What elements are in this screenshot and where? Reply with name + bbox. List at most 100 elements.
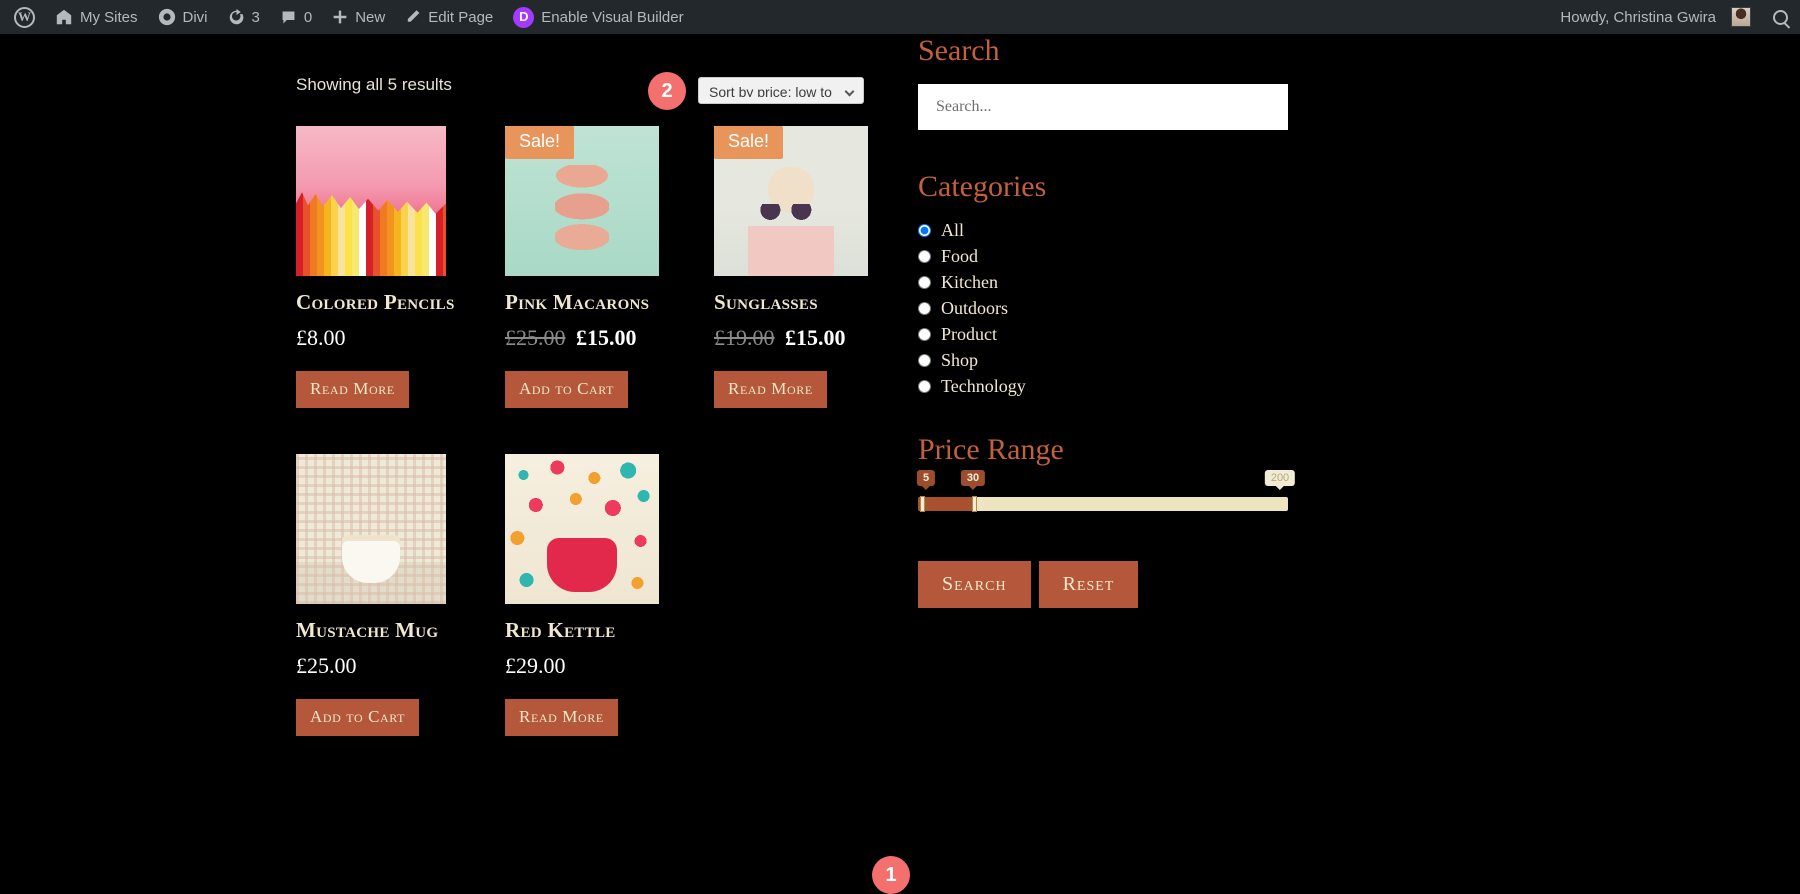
product-title: Mustache Mug: [296, 618, 439, 642]
product-price-current: £25.00: [296, 653, 357, 678]
category-item-shop[interactable]: Shop: [918, 350, 1318, 371]
category-label: Outdoors: [941, 298, 1008, 318]
price-range-slider[interactable]: 5 30 200: [916, 470, 1296, 512]
search-input[interactable]: [918, 84, 1288, 130]
sort-by-dropdown[interactable]: Sort by price: low to high: [698, 77, 864, 104]
product-price: £19.00 £15.00: [714, 325, 896, 351]
category-item-all[interactable]: All: [918, 220, 1318, 241]
category-label: Shop: [941, 350, 979, 370]
sale-badge: Sale!: [505, 126, 575, 159]
wordpress-logo-button[interactable]: [4, 0, 45, 34]
category-label: All: [941, 220, 965, 240]
product-action-button[interactable]: Read More: [714, 371, 827, 408]
comments-icon: [280, 9, 297, 26]
enable-visual-builder-button[interactable]: D Enable Visual Builder: [503, 0, 693, 34]
product-action-button[interactable]: Add to Cart: [296, 699, 420, 736]
product-title: Sunglasses: [714, 290, 818, 314]
categories-widget: Categories All Food Kitchen Outdoors Pro…: [918, 170, 1318, 397]
category-radio-kitchen[interactable]: [918, 276, 931, 289]
price-range-widget-title: Price Range: [918, 433, 1064, 466]
category-item-kitchen[interactable]: Kitchen: [918, 272, 1318, 293]
price-slider-handle-min[interactable]: [920, 496, 925, 512]
sunglasses-image[interactable]: Sale!: [714, 126, 868, 276]
categories-widget-title: Categories: [918, 170, 1047, 203]
product-price-current: £29.00: [505, 653, 566, 678]
category-label: Product: [941, 324, 997, 344]
category-item-outdoors[interactable]: Outdoors: [918, 298, 1318, 319]
divi-d-badge-icon: D: [513, 6, 535, 28]
search-icon[interactable]: [1773, 9, 1788, 25]
colored-pencils-image[interactable]: [296, 126, 446, 276]
mustache-mug-image[interactable]: [296, 454, 446, 604]
price-slider-handle-max[interactable]: [972, 496, 977, 512]
product-card[interactable]: Red Kettle £29.00 Read More: [505, 454, 687, 736]
product-card[interactable]: Mustache Mug £25.00 Add to Cart: [296, 454, 478, 736]
category-item-technology[interactable]: Technology: [918, 376, 1318, 397]
price-current-tooltip: 30: [960, 470, 986, 486]
product-action-button[interactable]: Read More: [505, 699, 618, 736]
product-price-current: £15.00: [785, 325, 846, 350]
admin-bar-right-group: Howdy, Christina Gwira: [1550, 0, 1800, 34]
pink-macarons-image[interactable]: Sale!: [505, 126, 659, 276]
wordpress-logo-icon: [14, 6, 35, 28]
comments-menu[interactable]: 0: [270, 0, 322, 34]
step-badge-2: 2: [648, 72, 686, 110]
sale-badge: Sale!: [714, 126, 784, 159]
product-action-button[interactable]: Add to Cart: [505, 371, 629, 408]
new-content-menu[interactable]: New: [322, 0, 395, 34]
avatar: [1731, 7, 1751, 27]
my-sites-label: My Sites: [80, 8, 138, 26]
category-item-product[interactable]: Product: [918, 324, 1318, 345]
price-min-tooltip: 5: [916, 470, 936, 486]
shop-sidebar: Search Categories All Food Kitchen: [872, 34, 1318, 894]
price-slider-fill: [918, 497, 975, 511]
product-card[interactable]: Sale! Pink Macarons £25.00 £15.00 Add to…: [505, 126, 687, 408]
product-action-button[interactable]: Read More: [296, 371, 409, 408]
category-radio-outdoors[interactable]: [918, 302, 931, 315]
category-radio-all[interactable]: [918, 224, 931, 237]
sites-icon: [55, 8, 73, 26]
product-title: Red Kettle: [505, 618, 616, 642]
category-item-food[interactable]: Food: [918, 246, 1318, 267]
category-label: Kitchen: [941, 272, 998, 292]
price-filter-buttons: Search Reset: [918, 561, 1318, 608]
category-label: Food: [941, 246, 979, 266]
updates-menu[interactable]: 3: [218, 0, 270, 34]
edit-page-button[interactable]: Edit Page: [395, 0, 503, 34]
product-card[interactable]: Sale! Sunglasses £19.00 £15.00 Read More: [714, 126, 896, 408]
comments-count: 0: [303, 8, 313, 26]
page-body: Showing all 5 results 2 Sort by price: l…: [0, 34, 1800, 894]
category-radio-food[interactable]: [918, 250, 931, 263]
category-radio-shop[interactable]: [918, 354, 931, 367]
red-kettle-image[interactable]: [505, 454, 659, 604]
product-price-current: £8.00: [296, 325, 346, 350]
new-label: New: [355, 8, 386, 26]
reset-button[interactable]: Reset: [1038, 561, 1139, 608]
category-radio-technology[interactable]: [918, 380, 931, 393]
category-radio-product[interactable]: [918, 328, 931, 341]
price-slider-track[interactable]: [918, 496, 1288, 512]
product-price: £29.00: [505, 653, 687, 679]
price-range-widget: Price Range 1 5 30 200 Search Reset: [872, 433, 1318, 894]
enable-visual-builder-label: Enable Visual Builder: [541, 8, 684, 26]
product-price: £25.00 £15.00: [505, 325, 687, 351]
divi-menu[interactable]: Divi: [148, 0, 218, 34]
my-sites-menu[interactable]: My Sites: [45, 0, 148, 34]
my-account-menu[interactable]: Howdy, Christina Gwira: [1550, 0, 1761, 34]
divi-icon: [158, 8, 176, 26]
product-price-old: £25.00: [505, 325, 566, 350]
search-widget: Search: [918, 34, 1318, 130]
product-card[interactable]: Colored Pencils £8.00 Read More: [296, 126, 478, 408]
product-price-current: £15.00: [576, 325, 637, 350]
plus-icon: [332, 9, 348, 25]
step-badge-1: 1: [872, 856, 910, 894]
edit-page-label: Edit Page: [428, 8, 494, 26]
product-title: Colored Pencils: [296, 290, 455, 314]
product-price: £8.00: [296, 325, 478, 351]
category-label: Technology: [941, 376, 1026, 396]
divi-label: Divi: [182, 8, 208, 26]
product-title: Pink Macarons: [505, 290, 650, 314]
wp-admin-bar: My Sites Divi 3 0 New: [0, 0, 1800, 34]
search-button[interactable]: Search: [918, 561, 1031, 608]
category-list: All Food Kitchen Outdoors Product Shop T…: [918, 220, 1318, 397]
